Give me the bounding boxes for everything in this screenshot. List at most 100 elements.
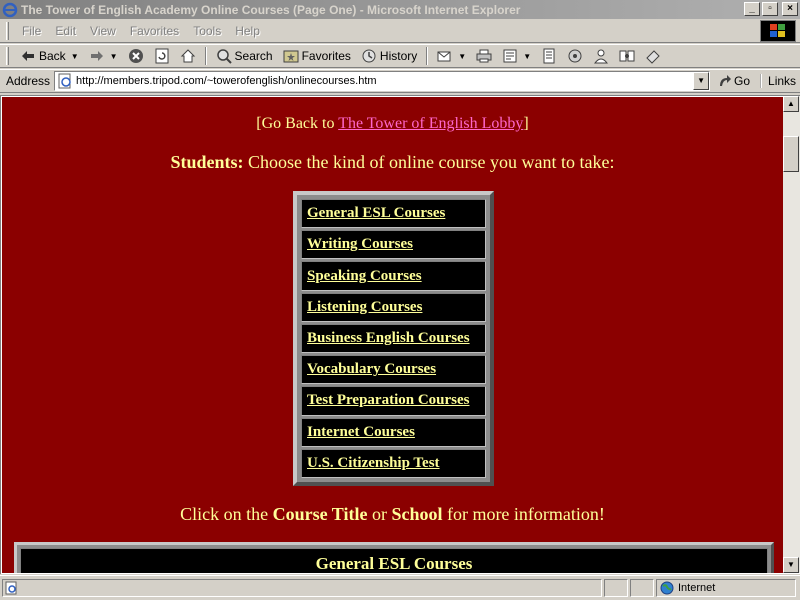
menu-help[interactable]: Help xyxy=(228,24,267,38)
address-url: http://members.tripod.com/~towerofenglis… xyxy=(76,75,377,87)
history-icon xyxy=(361,48,377,64)
links-button[interactable]: Links xyxy=(760,74,796,88)
research-button[interactable] xyxy=(614,45,640,67)
course-cell: General ESL Courses xyxy=(301,199,486,229)
back-arrow-icon xyxy=(20,48,36,64)
menu-edit[interactable]: Edit xyxy=(48,24,83,38)
refresh-button[interactable] xyxy=(149,45,175,67)
status-panel-empty xyxy=(604,579,628,597)
course-link-general-esl[interactable]: General ESL Courses xyxy=(307,205,445,222)
course-link-business-english[interactable]: Business English Courses xyxy=(307,330,470,347)
address-dropdown-icon[interactable]: ▼ xyxy=(693,72,710,90)
course-link-citizenship-test[interactable]: U.S. Citizenship Test xyxy=(307,455,440,472)
history-label: History xyxy=(379,49,418,63)
menu-tools[interactable]: Tools xyxy=(186,24,228,38)
globe-icon xyxy=(660,581,674,595)
go-back-prefix: [Go Back to xyxy=(256,115,339,132)
scroll-up-button[interactable]: ▲ xyxy=(783,96,799,112)
favorites-button[interactable]: Favorites xyxy=(278,45,356,67)
course-cell: Speaking Courses xyxy=(301,261,486,291)
course-link-vocabulary[interactable]: Vocabulary Courses xyxy=(307,361,436,378)
search-label: Search xyxy=(234,49,273,63)
zone-panel: Internet xyxy=(656,579,796,597)
maximize-button[interactable]: ▫ xyxy=(762,2,778,16)
close-button[interactable]: × xyxy=(782,2,798,16)
bookmark-button[interactable] xyxy=(640,45,666,67)
section-heading: General ESL Courses xyxy=(20,548,768,573)
windows-logo xyxy=(760,20,796,42)
mail-icon xyxy=(437,48,453,64)
course-cell: Vocabulary Courses xyxy=(301,355,486,385)
menu-grip xyxy=(6,21,9,40)
address-label: Address xyxy=(6,74,51,88)
page-icon xyxy=(58,73,71,89)
book-icon xyxy=(645,48,661,64)
mail-dropdown-icon[interactable]: ▼ xyxy=(458,52,466,61)
vertical-scrollbar[interactable]: ▲ ▼ xyxy=(783,96,800,573)
course-list: General ESL Courses Writing Courses Spea… xyxy=(301,199,486,478)
menu-favorites[interactable]: Favorites xyxy=(123,24,186,38)
click-prefix: Click on the xyxy=(180,504,273,524)
address-bar: Address http://members.tripod.com/~tower… xyxy=(0,69,800,93)
discuss-icon xyxy=(541,48,557,64)
edit-dropdown-icon[interactable]: ▼ xyxy=(523,52,531,61)
page-status-icon xyxy=(5,581,17,595)
favorites-icon xyxy=(283,48,299,64)
contacts-button[interactable] xyxy=(588,45,614,67)
standard-toolbar: Back ▼ ▼ Search Favorites History ▼ ▼ xyxy=(0,44,800,68)
search-button[interactable]: Search xyxy=(211,45,278,67)
edit-button[interactable]: ▼ xyxy=(497,45,536,67)
go-label: Go xyxy=(734,74,751,88)
discuss-button[interactable] xyxy=(536,45,562,67)
course-cell: Writing Courses xyxy=(301,230,486,260)
course-title-keyword: Course Title xyxy=(272,504,368,524)
course-link-test-preparation[interactable]: Test Preparation Courses xyxy=(307,392,470,409)
course-link-writing[interactable]: Writing Courses xyxy=(307,236,413,253)
mail-button[interactable]: ▼ xyxy=(432,45,471,67)
go-arrow-icon xyxy=(720,75,732,86)
stop-button[interactable] xyxy=(123,45,149,67)
history-button[interactable]: History xyxy=(356,45,422,67)
forward-dropdown-icon[interactable]: ▼ xyxy=(110,52,118,61)
course-link-speaking[interactable]: Speaking Courses xyxy=(307,268,422,285)
students-instruction: Choose the kind of online course you wan… xyxy=(243,152,615,172)
back-button[interactable]: Back ▼ xyxy=(15,45,84,67)
course-link-listening[interactable]: Listening Courses xyxy=(307,299,422,316)
favorites-label: Favorites xyxy=(301,49,351,63)
messenger-icon xyxy=(567,48,583,64)
back-dropdown-icon[interactable]: ▼ xyxy=(71,52,79,61)
click-suffix: for more information! xyxy=(442,504,605,524)
menu-bar: File Edit View Favorites Tools Help xyxy=(0,19,800,43)
forward-button[interactable]: ▼ xyxy=(84,45,123,67)
address-field[interactable]: http://members.tripod.com/~towerofenglis… xyxy=(54,71,711,91)
menu-file[interactable]: File xyxy=(15,24,48,38)
minimize-button[interactable]: _ xyxy=(744,2,760,16)
toolbar-separator xyxy=(426,47,429,65)
print-button[interactable] xyxy=(471,45,497,67)
home-button[interactable] xyxy=(175,45,201,67)
zone-label: Internet xyxy=(678,582,716,594)
go-back-suffix: ] xyxy=(523,115,529,132)
messenger-button[interactable] xyxy=(562,45,588,67)
research-icon xyxy=(619,48,635,64)
go-back-line: [Go Back to The Tower of English Lobby] xyxy=(2,115,783,133)
windows-flag-icon xyxy=(770,24,785,37)
go-button[interactable]: Go xyxy=(718,74,750,88)
person-icon xyxy=(593,48,609,64)
general-esl-section: General ESL Courses xyxy=(14,542,774,573)
school-keyword: School xyxy=(391,504,443,524)
scroll-thumb[interactable] xyxy=(783,136,799,172)
back-label: Back xyxy=(39,49,66,63)
menu-view[interactable]: View xyxy=(83,24,123,38)
toolbar-grip xyxy=(6,47,9,65)
scroll-down-button[interactable]: ▼ xyxy=(783,557,799,573)
course-cell: Internet Courses xyxy=(301,417,486,447)
title-bar: The Tower of English Academy Online Cour… xyxy=(0,0,800,19)
status-bar: Internet xyxy=(0,575,800,600)
course-cell: Test Preparation Courses xyxy=(301,386,486,416)
home-icon xyxy=(180,48,196,64)
click-mid: or xyxy=(367,504,392,524)
info-instruction: Click on the Course Title or School for … xyxy=(2,504,783,525)
course-link-internet[interactable]: Internet Courses xyxy=(307,424,415,441)
lobby-link[interactable]: The Tower of English Lobby xyxy=(338,115,523,132)
